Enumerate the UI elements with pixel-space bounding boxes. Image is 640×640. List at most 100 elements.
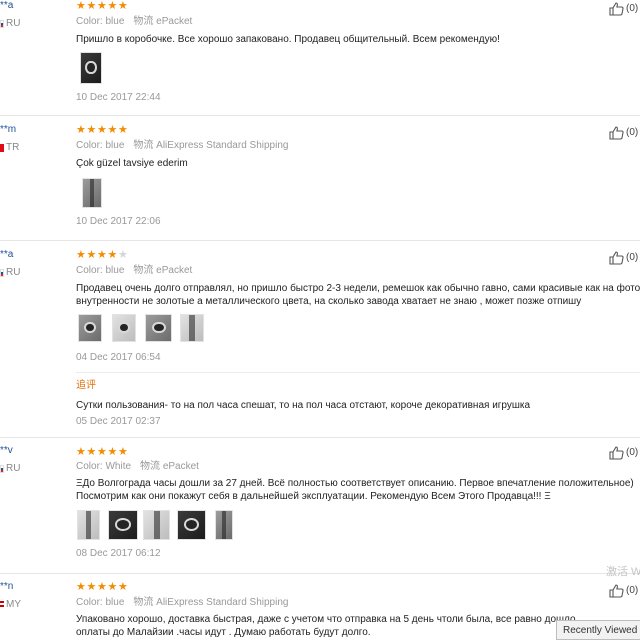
review-item: **n MY ★★★★★ Color: blue 物流 AliExpress St… [0, 581, 640, 640]
review-photo[interactable] [112, 314, 136, 342]
color-value: blue [105, 16, 125, 27]
shipping-value: ePacket [162, 461, 199, 472]
star-icon: ★ [76, 0, 86, 12]
color-label: Color: [76, 265, 103, 276]
thumbs-up-icon [609, 251, 624, 265]
star-icon: ★ [107, 445, 118, 458]
shipping-label: 物流 [133, 597, 154, 608]
review-item: **v RU ★★★★★ Color: White 物流 ePacket ΞДо … [0, 445, 640, 572]
star-icon: ★ [97, 445, 107, 458]
followup-label: 追评 [76, 380, 96, 391]
shipping-label: 物流 [133, 265, 154, 276]
star-rating: ★★★★★ [76, 446, 129, 458]
review-date: 04 Dec 2017 06:54 [76, 352, 161, 363]
thumbs-up-icon [609, 446, 624, 460]
divider [0, 573, 640, 574]
flag-icon [0, 144, 4, 152]
like-button[interactable]: (0) [609, 126, 640, 140]
review-photo[interactable] [177, 510, 206, 540]
review-item: **a RU ★★★★★ Color: blue 物流 ePacket Пришл… [0, 0, 640, 115]
review-date: 10 Dec 2017 22:06 [76, 216, 161, 227]
like-button[interactable]: (0) [609, 2, 640, 16]
flag-icon [0, 601, 4, 609]
review-photo[interactable] [77, 510, 100, 540]
review-meta: Color: blue 物流 AliExpress Standard Shippi… [76, 597, 288, 609]
review-photo[interactable] [108, 510, 138, 540]
review-photo[interactable] [78, 314, 102, 342]
star-rating: ★★★★★ [76, 0, 129, 12]
reviewer-name: **a [0, 0, 14, 11]
review-meta: Color: blue 物流 ePacket [76, 16, 192, 28]
star-icon: ★ [86, 0, 97, 12]
star-icon: ★ [97, 580, 107, 593]
country-code: TR [6, 142, 20, 153]
like-count: (0) [626, 127, 639, 138]
star-icon: ★ [97, 248, 107, 261]
review-photo[interactable] [180, 314, 204, 342]
star-icon: ★ [118, 580, 128, 593]
star-icon: ★ [97, 0, 107, 12]
color-label: Color: [76, 461, 103, 472]
country-code: RU [6, 267, 21, 278]
review-date: 10 Dec 2017 22:44 [76, 92, 161, 103]
color-value: blue [105, 140, 125, 151]
review-photo[interactable] [145, 314, 172, 342]
review-photo[interactable] [143, 510, 170, 540]
star-icon: ★ [76, 248, 86, 261]
activation-watermark: 激活 W [606, 566, 640, 578]
color-value: blue [105, 265, 125, 276]
reviewer-name: **v [0, 445, 13, 456]
star-icon: ★ [86, 123, 97, 136]
review-text: внутренности не золотые а металлического… [76, 296, 582, 307]
review-photo[interactable] [215, 510, 233, 540]
flag-icon [0, 20, 4, 28]
star-icon: ★ [76, 445, 86, 458]
reviewer-name: **m [0, 124, 17, 135]
divider [0, 437, 640, 438]
review-text: Посмотрим как они покажут себя в дальней… [76, 491, 551, 502]
reviewer-name: **n [0, 581, 14, 592]
followup-text: Сутки пользования- то на пол часа спешат… [76, 400, 531, 411]
star-icon: ★ [86, 580, 97, 593]
star-rating: ★★★★★ [76, 249, 129, 261]
review-photo[interactable] [80, 52, 102, 84]
review-photo[interactable] [82, 178, 102, 208]
like-button[interactable]: (0) [609, 251, 640, 265]
review-meta: Color: blue 物流 ePacket [76, 265, 192, 277]
country-code: RU [6, 18, 21, 29]
followup-date: 05 Dec 2017 02:37 [76, 416, 161, 427]
review-item: **a RU ★★★★★ Color: blue 物流 ePacket Прода… [0, 249, 640, 435]
thumbs-up-icon [609, 2, 624, 16]
divider [0, 115, 640, 116]
review-text: Пришло в коробочке. Все хорошо запакован… [76, 34, 500, 45]
color-label: Color: [76, 16, 103, 27]
thumbs-up-icon [609, 584, 624, 598]
star-icon: ★ [118, 123, 128, 136]
like-count: (0) [626, 447, 639, 458]
star-icon: ★ [118, 445, 128, 458]
like-count: (0) [626, 3, 639, 14]
flag-icon [0, 465, 4, 473]
shipping-value: ePacket [156, 16, 193, 27]
star-icon: ★ [118, 248, 128, 261]
star-rating: ★★★★★ [76, 124, 129, 136]
star-icon: ★ [86, 248, 97, 261]
country-code: MY [6, 599, 21, 610]
star-icon: ★ [76, 123, 86, 136]
review-text: Çok güzel tavsiye ederim [76, 158, 188, 169]
recently-viewed-tab[interactable]: Recently Viewed [556, 620, 640, 640]
review-text: оплаты до Малайзии .часы идут . Думаю ра… [76, 627, 371, 638]
star-icon: ★ [97, 123, 107, 136]
star-icon: ★ [107, 0, 118, 12]
review-meta: Color: blue 物流 AliExpress Standard Shippi… [76, 140, 288, 152]
shipping-label: 物流 [133, 16, 154, 27]
recently-viewed-label: Recently Viewed [563, 625, 638, 636]
review-text: Продавец очень долго отправлял, но пришл… [76, 283, 640, 294]
divider [0, 240, 640, 241]
star-icon: ★ [86, 445, 97, 458]
like-button[interactable]: (0) [609, 584, 640, 598]
thumbs-up-icon [609, 126, 624, 140]
like-button[interactable]: (0) [609, 446, 640, 460]
star-icon: ★ [118, 0, 128, 12]
star-icon: ★ [107, 248, 118, 261]
